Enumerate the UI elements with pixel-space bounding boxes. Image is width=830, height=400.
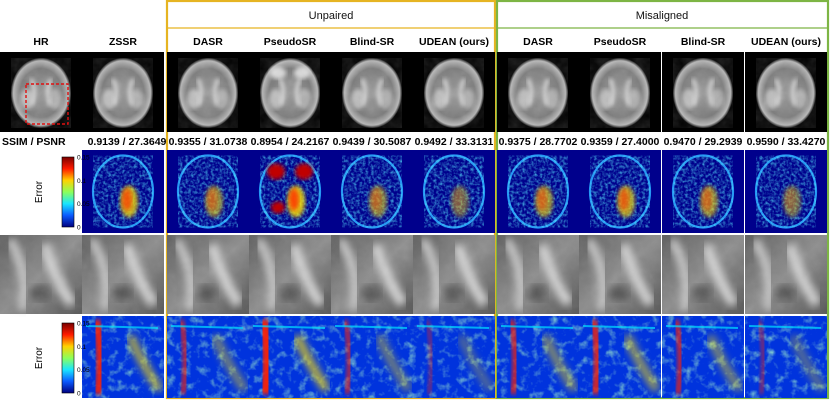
colorbar-tick: 0.1 [77,178,86,185]
zoomed-patch [167,235,249,314]
brain-image [0,52,82,132]
column-header: ZSSR [109,36,137,48]
zoomed-patch [413,235,495,314]
brain-image [497,52,579,132]
zoomed-patch [0,235,82,314]
colorbar-tick: 0.15 [77,321,90,328]
metric-value: 0.8954 / 24.2167 [251,136,330,148]
metric-value: 0.9359 / 27.4000 [581,136,660,148]
colorbar-tick: 0.1 [77,344,86,351]
zoomed-patch [662,235,744,314]
column-header: DASR [523,36,553,48]
error-map [579,150,661,233]
error-map [413,150,495,233]
error-map [167,150,249,233]
brain-image [331,52,413,132]
colorbar-gradient [61,156,75,228]
colorbar-tick: 0.05 [77,201,90,208]
colorbar-label: Error [34,346,45,369]
column-header: UDEAN (ours) [751,36,821,48]
colorbar-gradient [61,322,75,394]
colorbar-tick: 0 [77,225,81,232]
image-grid: HR ZSSR 0.9139 / 27.3649 DASR 0.9355 / 31.07… [0,36,827,398]
metric-value: 0.9492 / 33.3131 [415,136,494,148]
colorbar-row3: 0.15 0.1 0.05 0 Error [34,155,90,232]
colorbar-row5: 0.15 0.1 0.05 0 Error [34,321,90,398]
brain-image [249,52,331,132]
zoomed-patch [249,235,331,314]
brain-image [662,52,744,132]
error-map [249,150,331,233]
metric-value: 0.9375 / 28.7702 [499,136,578,148]
colorbar-tick: 0.15 [77,155,90,162]
metric-row-label: SSIM / PSNR [2,136,66,148]
metric-value: 0.9355 / 31.0738 [169,136,248,148]
zoomed-patch [579,235,661,314]
colorbar-label: Error [34,180,45,203]
error-map [331,150,413,233]
error-map [745,150,827,233]
brain-image [579,52,661,132]
zoomed-error-map [331,316,413,398]
brain-image [413,52,495,132]
zoomed-error-map [662,316,744,398]
colorbar-tick: 0 [77,391,81,398]
zoomed-error-map [413,316,495,398]
metric-value: 0.9439 / 30.5087 [333,136,412,148]
error-map [662,150,744,233]
unpaired-group-title: Unpaired [309,10,354,22]
metric-value: 0.9590 / 33.4270 [747,136,826,148]
metric-value: 0.9139 / 27.3649 [88,136,167,148]
misaligned-group-title: Misaligned [636,10,689,22]
zoomed-patch [82,235,164,314]
column-header: Blind-SR [350,36,395,48]
zoomed-patch [745,235,827,314]
brain-image [82,52,164,132]
zoomed-patch [331,235,413,314]
column-header: DASR [193,36,223,48]
error-map [82,150,164,233]
column-header: Blind-SR [681,36,726,48]
colorbar-tick: 0.05 [77,367,90,374]
error-map [497,150,579,233]
column-header: PseudoSR [264,36,317,48]
column-header: PseudoSR [594,36,647,48]
brain-image [745,52,827,132]
zoomed-error-map [167,316,249,398]
zoomed-patch [497,235,579,314]
zoomed-error-map [579,316,661,398]
column-header: HR [33,36,49,48]
metric-value: 0.9470 / 29.2939 [664,136,743,148]
zoomed-error-map [82,316,164,398]
zoomed-error-map [497,316,579,398]
zoomed-error-map [249,316,331,398]
brain-image [167,52,249,132]
column-header: UDEAN (ours) [419,36,489,48]
comparison-figure: Unpaired Misaligned HR ZSSR 0.9139 / 27.36… [0,0,830,400]
zoomed-error-map [745,316,827,398]
